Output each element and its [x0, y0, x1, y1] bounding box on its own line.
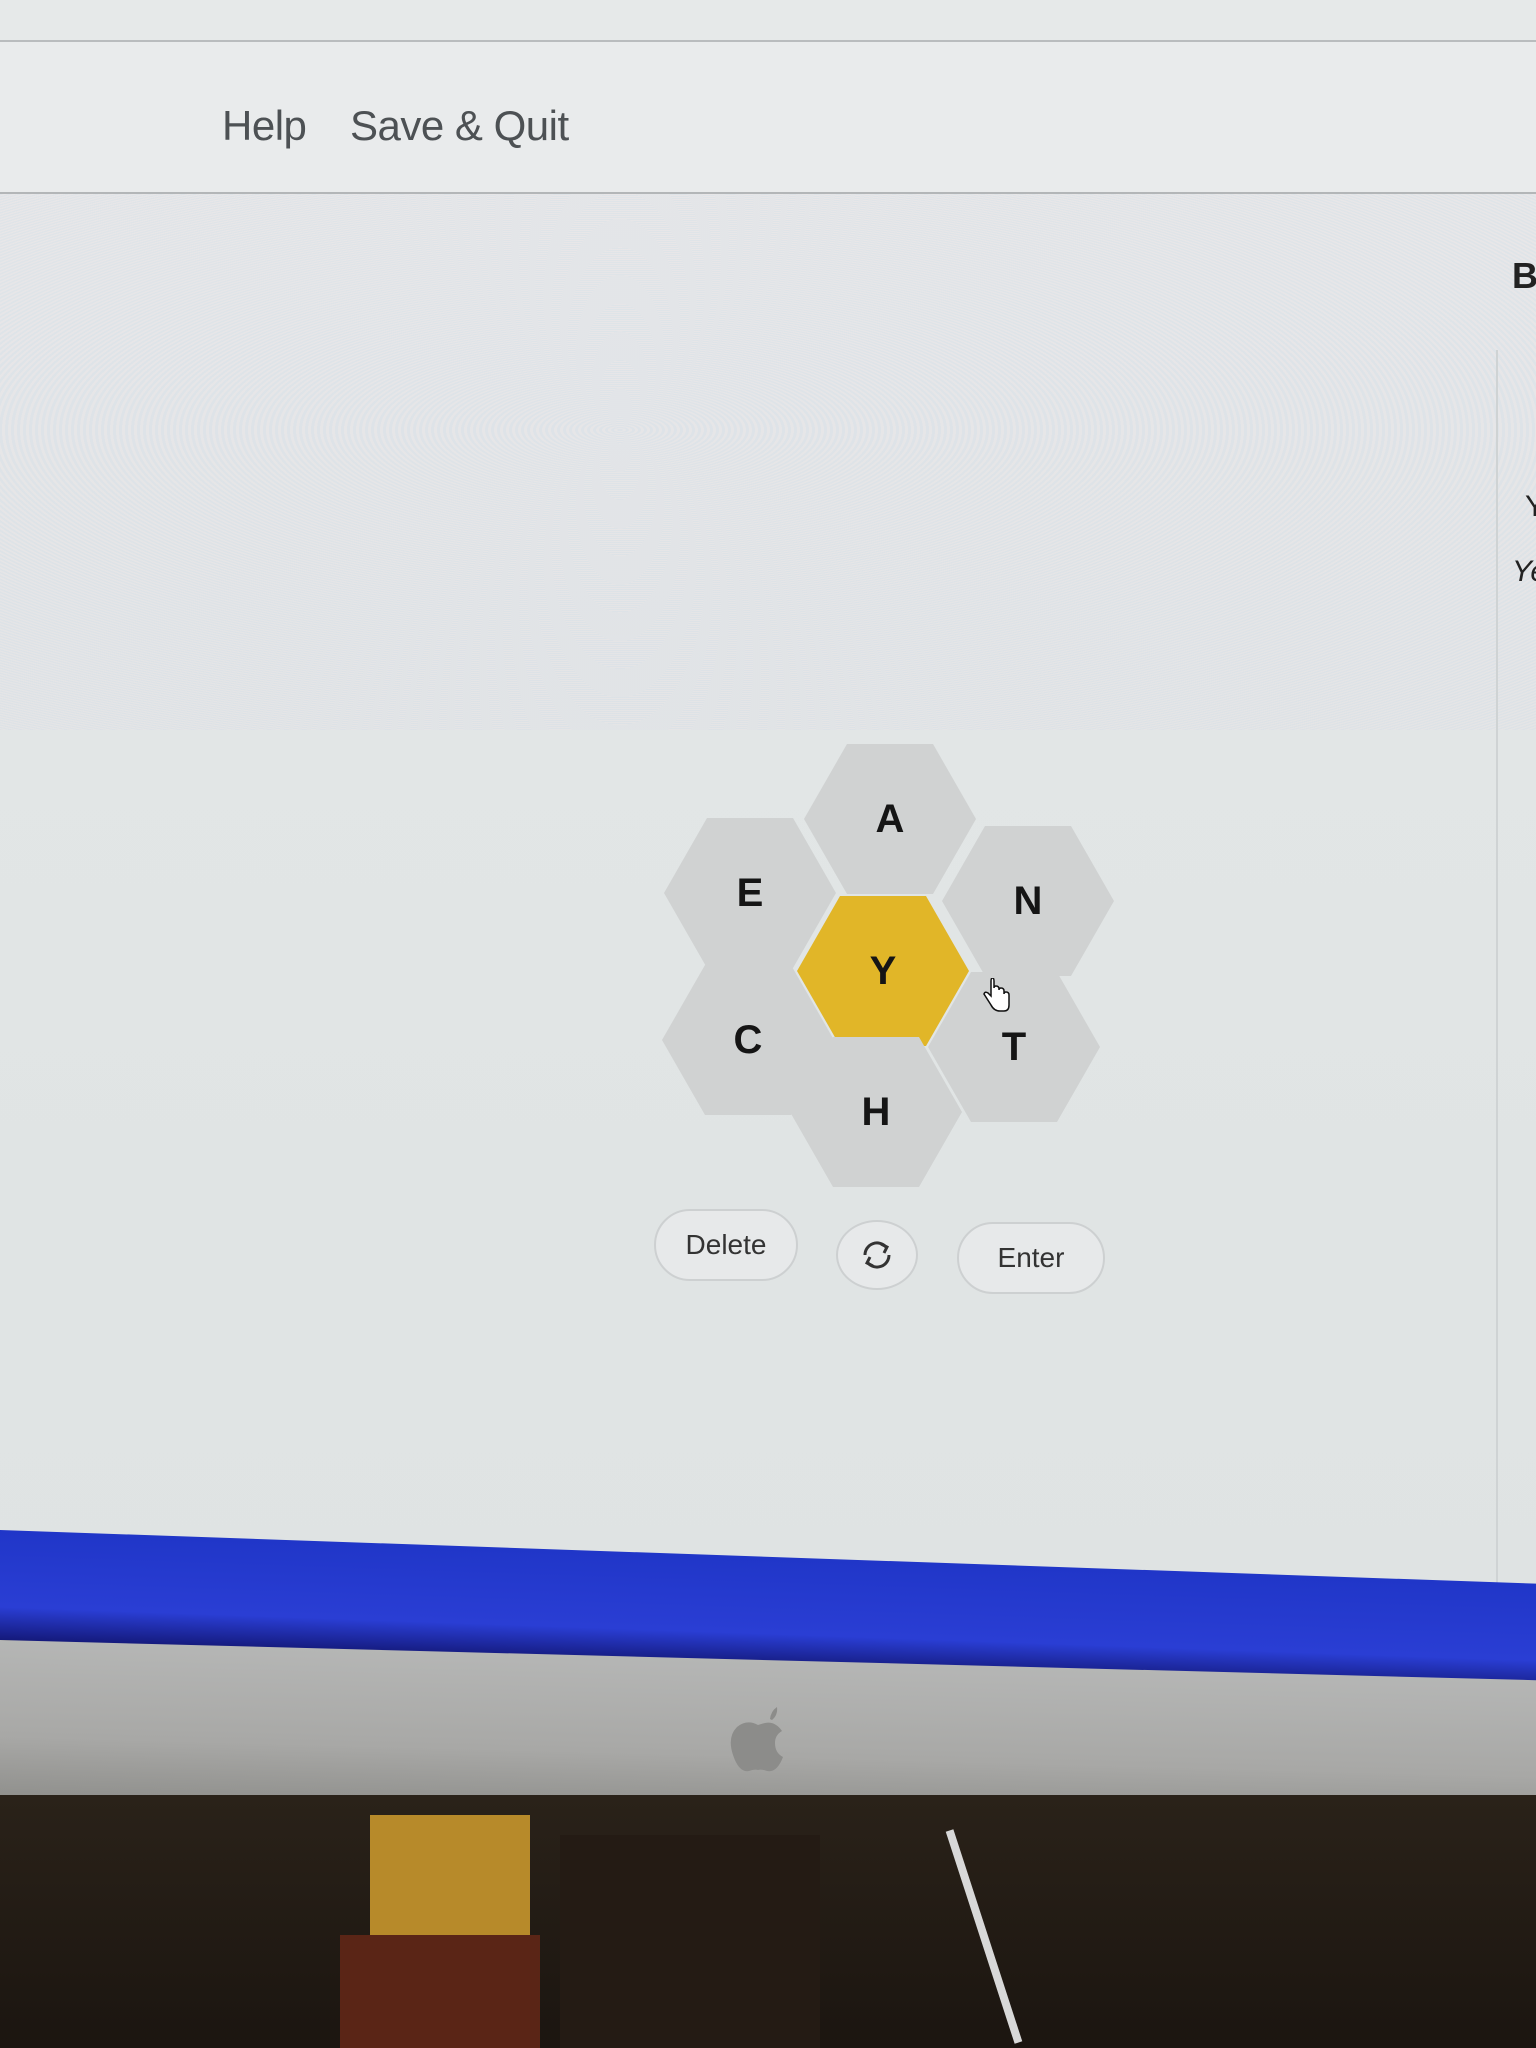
hex-letter: C — [733, 1017, 763, 1062]
hex-top[interactable]: A — [804, 744, 976, 894]
hex-letter: E — [736, 870, 764, 915]
apple-logo-icon — [730, 1707, 783, 1772]
hex-letter: Y — [869, 948, 897, 993]
hex-letter: H — [861, 1089, 891, 1134]
hex-upper-left[interactable]: E — [664, 818, 836, 968]
sidebar-text-fragment-2: Ye — [1512, 555, 1536, 588]
toy-brick-dark — [560, 1835, 820, 2048]
hex-upper-right[interactable]: N — [942, 826, 1114, 976]
shuffle-button[interactable] — [836, 1220, 918, 1290]
cable — [945, 1829, 1023, 2044]
desk-background — [0, 1795, 1536, 2048]
screen-moire — [0, 170, 1536, 730]
delete-button[interactable]: Delete — [654, 1209, 798, 1281]
hand-cursor-icon — [983, 978, 1010, 1012]
sidebar-heading-fragment: B — [1512, 255, 1536, 296]
hex-letter: T — [1001, 1024, 1027, 1069]
top-toolbar: Help Save & Quit — [0, 40, 1536, 194]
hex-letter: N — [1013, 878, 1043, 923]
enter-button[interactable]: Enter — [957, 1222, 1105, 1294]
save-quit-link[interactable]: Save & Quit — [350, 102, 569, 150]
game-screen: Help Save & Quit B Y Ye A E N Y C T H De… — [0, 0, 1536, 1610]
sidebar-edge — [1496, 350, 1536, 1610]
shuffle-icon — [863, 1241, 891, 1269]
toy-brick-yellow — [370, 1815, 530, 1935]
hex-letter: A — [875, 796, 905, 841]
help-link[interactable]: Help — [222, 102, 307, 150]
toy-brick-red — [340, 1935, 540, 2048]
sidebar-text-fragment-1: Y — [1525, 490, 1536, 523]
